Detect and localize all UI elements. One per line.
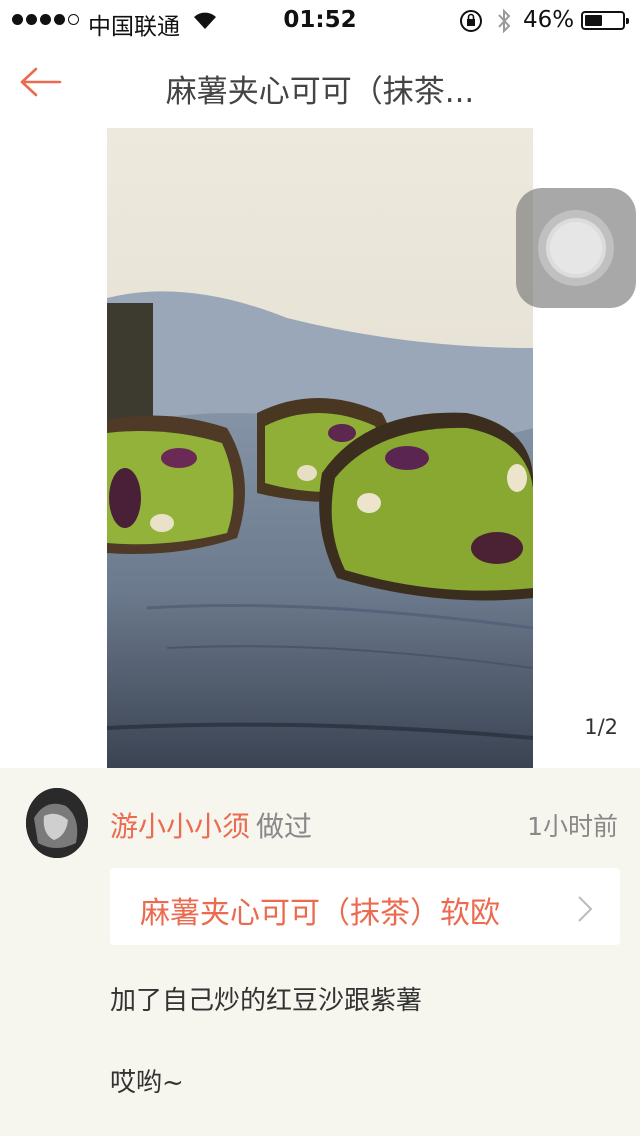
page-indicator: 1/2 <box>584 715 618 739</box>
chevron-right-icon <box>578 896 593 922</box>
back-arrow-icon[interactable] <box>18 62 64 102</box>
recipe-title: 麻薯夹心可可（抹茶）软欧 <box>140 896 500 931</box>
comment-line: 哎哟~ <box>110 1068 184 1098</box>
user-name[interactable]: 游小小小须 <box>110 810 250 843</box>
navigation-bar: 麻薯夹心可可（抹茶... <box>0 40 640 128</box>
photo-gallery[interactable]: 1/2 <box>0 128 640 768</box>
bluetooth-icon <box>498 8 511 34</box>
status-bar: 中国联通 01:52 46% <box>0 0 640 40</box>
page-title: 麻薯夹心可可（抹茶... <box>165 74 475 110</box>
comment-line: 加了自己炒的红豆沙跟紫薯 <box>110 986 423 1016</box>
avatar[interactable] <box>26 788 88 858</box>
recipe-photo[interactable] <box>107 128 533 768</box>
battery-icon <box>581 11 629 30</box>
timestamp: 1小时前 <box>527 812 618 841</box>
comment-header: 游小小小须 做过 <box>110 805 312 845</box>
battery-percent: 46% <box>523 7 575 33</box>
rotation-lock-icon <box>460 10 482 32</box>
assistive-touch-button[interactable] <box>516 188 636 308</box>
action-label: 做过 <box>256 810 313 843</box>
recipe-link-card[interactable]: 麻薯夹心可可（抹茶）软欧 <box>110 868 620 945</box>
